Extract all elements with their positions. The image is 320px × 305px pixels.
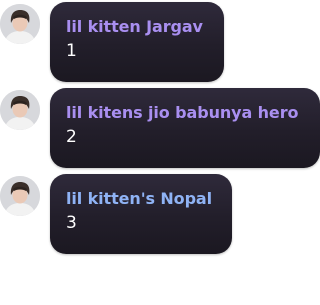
author-name[interactable]: lil kitens jio babunya hero: [66, 103, 306, 123]
message-text: 1: [66, 41, 77, 61]
message-bubble[interactable]: lil kitten Jargav 1: [50, 2, 224, 82]
author-name[interactable]: lil kitten's Nopal: [66, 189, 218, 209]
message-bubble[interactable]: lil kitens jio babunya hero 2: [50, 88, 320, 168]
message-text: 2: [66, 127, 77, 147]
avatar[interactable]: [0, 176, 40, 216]
chat-thread: lil kitten Jargav 1 lil kitens jio babun…: [0, 0, 320, 305]
avatar-image: [0, 4, 40, 44]
avatar[interactable]: [0, 4, 40, 44]
avatar-image: [0, 90, 40, 130]
message-text: 3: [66, 213, 77, 233]
avatar-image: [0, 176, 40, 216]
author-name[interactable]: lil kitten Jargav: [66, 17, 210, 37]
avatar[interactable]: [0, 90, 40, 130]
message-bubble[interactable]: lil kitten's Nopal 3: [50, 174, 232, 254]
